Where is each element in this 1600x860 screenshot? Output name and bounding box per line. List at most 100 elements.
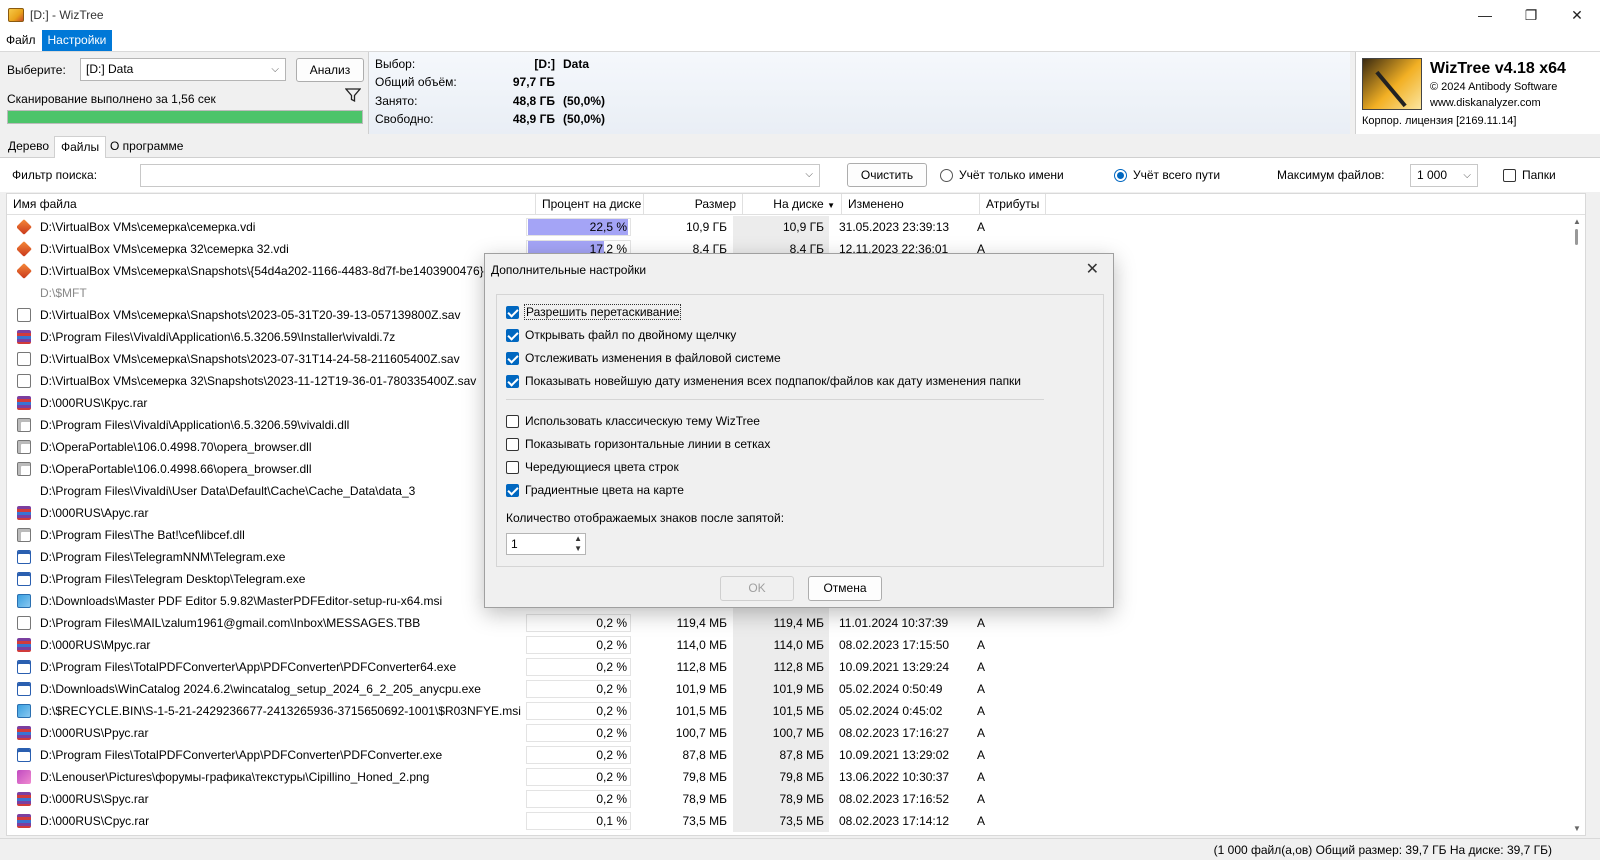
rar-file-icon	[17, 506, 31, 520]
scroll-down-icon[interactable]: ▼	[1573, 824, 1581, 833]
percent-text: 0,2 %	[596, 748, 627, 762]
option-track-fs-changes[interactable]: Отслеживать изменения в файловой системе	[506, 351, 781, 365]
percent-text: 0,2 %	[596, 638, 627, 652]
file-name-cell: D:\OperaPortable\106.0.4998.70\opera_bro…	[17, 436, 537, 458]
modified-cell: 10.09.2021 13:29:24	[839, 660, 950, 674]
chevron-down-icon[interactable]: ⌵	[805, 169, 813, 180]
table-row[interactable]: D:\Lenouser\Pictures\форумы-графика\текс…	[7, 766, 1569, 788]
col-percent[interactable]: Процент на диске	[536, 194, 644, 215]
checkbox	[506, 305, 519, 319]
max-files-select[interactable]: 1 000 ⌵	[1410, 164, 1478, 187]
window-controls: — ❐ ✕	[1462, 0, 1600, 30]
drive-select[interactable]: [D:] Data ⌵	[80, 58, 286, 81]
decimals-spinner[interactable]: 1 ▲ ▼	[506, 533, 586, 555]
ok-button[interactable]: OK	[720, 576, 794, 601]
modified-cell: 05.02.2024 0:45:02	[839, 704, 943, 718]
search-filter-input[interactable]: ⌵	[140, 164, 820, 187]
tab-about[interactable]: О программе	[104, 136, 189, 158]
analyze-button[interactable]: Анализ	[296, 58, 364, 82]
size-cell: 112,8 МБ	[676, 660, 727, 674]
menu-settings[interactable]: Настройки	[41, 30, 113, 51]
folders-checkbox-label: Папки	[1522, 168, 1556, 182]
scan-status: Сканирование выполнено за 1,56 сек	[7, 92, 216, 106]
col-size[interactable]: Размер	[644, 194, 743, 215]
checkbox	[506, 483, 519, 497]
checkbox	[506, 437, 519, 451]
brand-site-link[interactable]: www.diskanalyzer.com	[1430, 97, 1541, 109]
file-name-cell: D:\VirtualBox VMs\семерка\Snapshots\2023…	[17, 304, 537, 326]
file-name: D:\VirtualBox VMs\семерка\Snapshots\{54d…	[40, 264, 503, 278]
option-alternating-rows[interactable]: Чередующиеся цвета строк	[506, 460, 679, 474]
status-summary: (1 000 файл(а,ов) Общий размер: 39,7 ГБ …	[1213, 843, 1552, 857]
tab-files[interactable]: Файлы	[54, 136, 107, 158]
info-row-total: Общий объём: 97,7 ГБ	[375, 75, 563, 93]
table-row[interactable]: D:\000RUS\Spус.rar 0,2 % 78,9 МБ 78,9 МБ 08.…	[7, 788, 1569, 810]
spinner-arrows-icon[interactable]: ▲ ▼	[574, 534, 582, 554]
file-name-cell: D:\VirtualBox VMs\семерка\Snapshots\{54d…	[17, 260, 537, 282]
table-row[interactable]: D:\000RUS\Ррус.rar 0,2 % 100,7 МБ 100,7 МБ 0…	[7, 722, 1569, 744]
msi-file-icon	[17, 594, 31, 608]
modified-cell: 05.02.2024 0:50:49	[839, 682, 943, 696]
radio-name-only[interactable]: Учёт только имени	[940, 168, 1064, 182]
option-newest-folder-date[interactable]: Показывать новейшую дату изменения всех …	[506, 374, 1021, 388]
option-open-double-click[interactable]: Открывать файл по двойному щелчку	[506, 328, 736, 342]
checkbox	[506, 351, 519, 365]
settings-group: Разрешить перетаскивание Открывать файл …	[496, 294, 1104, 567]
file-name: D:\Program Files\MAIL\zalum1961@gmail.co…	[40, 616, 421, 630]
view-tabs: Дерево Файлы О программе	[0, 134, 1600, 158]
close-button[interactable]: ✕	[1554, 0, 1600, 30]
file-name-cell: D:\VirtualBox VMs\семерка\семерка.vdi	[17, 216, 537, 238]
table-row[interactable]: D:\Program Files\TotalPDFConverter\App\P…	[7, 656, 1569, 678]
menu-bar: Файл Настройки	[0, 30, 1600, 51]
on-disk-cell: 79,8 МБ	[733, 766, 829, 788]
modified-cell: 31.05.2023 23:39:13	[839, 220, 950, 234]
cancel-button[interactable]: Отмена	[808, 576, 882, 601]
table-row[interactable]: D:\VirtualBox VMs\семерка\семерка.vdi 22,…	[7, 216, 1569, 238]
exe-file-icon	[17, 660, 31, 674]
dialog-close-icon[interactable]: ✕	[1086, 259, 1099, 279]
col-attributes[interactable]: Атрибуты	[980, 194, 1046, 215]
table-row[interactable]: D:\Downloads\WinCatalog 2024.6.2\wincata…	[7, 678, 1569, 700]
attributes-cell: A	[977, 748, 986, 762]
percent-text: 0,2 %	[596, 682, 627, 696]
rar-file-icon	[17, 792, 31, 806]
file-name: D:\Program Files\TelegramNNM\Telegram.ex…	[40, 550, 286, 564]
percent-cell: 0,2 %	[526, 612, 633, 634]
table-row[interactable]: D:\000RUS\Мрус.rar 0,2 % 114,0 МБ 114,0 МБ 0…	[7, 634, 1569, 656]
scroll-up-icon[interactable]: ▲	[1573, 217, 1581, 226]
table-row[interactable]: D:\Program Files\TotalPDFConverter\App\P…	[7, 744, 1569, 766]
option-grid-lines[interactable]: Показывать горизонтальные линии в сетках	[506, 437, 770, 451]
modified-cell: 13.06.2022 10:30:37	[839, 770, 950, 784]
maximize-button[interactable]: ❐	[1508, 0, 1554, 30]
scrollbar-thumb[interactable]	[1575, 229, 1578, 245]
rar-file-icon	[17, 638, 31, 652]
file-name-cell: D:\Downloads\Master PDF Editor 5.9.82\Ma…	[17, 590, 537, 612]
option-label: Разрешить перетаскивание	[523, 304, 682, 320]
table-row[interactable]: D:\Program Files\MAIL\zalum1961@gmail.co…	[7, 612, 1569, 634]
exe-file-icon	[17, 572, 31, 586]
minimize-button[interactable]: —	[1462, 0, 1508, 30]
modified-cell: 10.09.2021 13:29:02	[839, 748, 950, 762]
rar-file-icon	[17, 814, 31, 828]
tab-tree[interactable]: Дерево	[2, 136, 55, 158]
vertical-scrollbar[interactable]: ▲ ▼	[1569, 215, 1585, 835]
col-modified[interactable]: Изменено	[842, 194, 980, 215]
file-name: D:\000RUS\Мрус.rar	[40, 638, 151, 652]
table-row[interactable]: D:\000RUS\Срус.rar 0,1 % 73,5 МБ 73,5 МБ 08.…	[7, 810, 1569, 832]
col-on-disk[interactable]: На диске ▼	[743, 194, 842, 215]
clear-filter-button[interactable]: Очистить	[847, 163, 927, 187]
info-value: 48,9 ГБ	[512, 112, 555, 126]
filter-icon[interactable]	[345, 87, 361, 103]
radio-full-path[interactable]: Учёт всего пути	[1114, 168, 1220, 182]
option-classic-theme[interactable]: Использовать классическую тему WizTree	[506, 414, 760, 428]
menu-file[interactable]: Файл	[0, 30, 42, 51]
option-gradient-colors[interactable]: Градиентные цвета на карте	[506, 483, 684, 497]
brand-title: WizTree v4.18 x64	[1430, 60, 1566, 77]
top-panel: Выберите: [D:] Data ⌵ Анализ Сканировани…	[0, 51, 1600, 134]
col-file-name[interactable]: Имя файла	[7, 194, 536, 215]
table-row[interactable]: D:\$RECYCLE.BIN\S-1-5-21-2429236677-2413…	[7, 700, 1569, 722]
option-allow-drag-drop[interactable]: Разрешить перетаскивание	[506, 304, 682, 320]
folders-checkbox[interactable]: Папки	[1503, 168, 1556, 182]
size-cell: 73,5 МБ	[682, 814, 727, 828]
dialog-title: Дополнительные настройки	[491, 263, 647, 277]
